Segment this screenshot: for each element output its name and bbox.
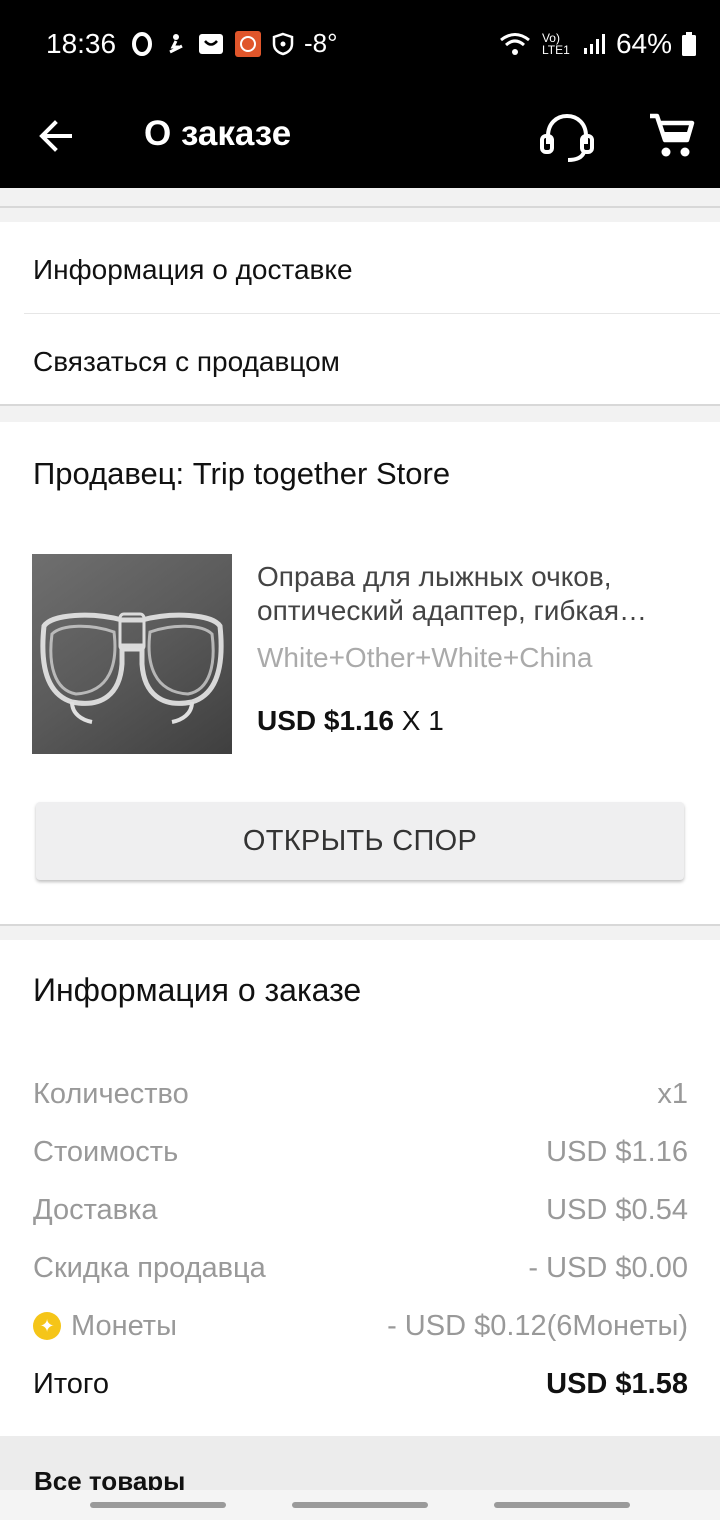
volte-icon: Vo) LTE1 xyxy=(541,31,570,57)
aliexpress-icon xyxy=(199,33,223,54)
app-icon xyxy=(235,30,261,57)
snowboard-icon xyxy=(169,33,183,53)
row-value: x1 xyxy=(657,1077,688,1110)
page-title: О заказе xyxy=(144,114,292,153)
product-price: USD $1.16 xyxy=(257,705,394,736)
headset-icon[interactable] xyxy=(538,110,596,166)
coins-label-group: ✦ Монеты xyxy=(33,1310,177,1343)
status-temperature: -8° xyxy=(304,28,338,58)
order-info-title: Информация о заказе xyxy=(33,972,362,1008)
product-title-line1: Оправа для лыжных очков, xyxy=(257,561,612,592)
product-price-line: USD $1.16 X 1 xyxy=(257,705,444,737)
status-bar: 18:36 -8° Vo) LTE1 64% xyxy=(0,0,720,90)
coin-icon: ✦ xyxy=(33,1312,61,1340)
cart-icon[interactable] xyxy=(646,110,696,160)
row-value: - USD $0.12(6Монеты) xyxy=(387,1309,688,1342)
order-info-card xyxy=(0,940,720,1436)
product-image[interactable] xyxy=(32,554,232,754)
order-row-coins: ✦ Монеты - USD $0.12(6Монеты) xyxy=(33,1306,688,1346)
status-time: 18:36 xyxy=(46,28,117,59)
row-value: - USD $0.00 xyxy=(528,1251,688,1284)
nav-recents-button[interactable] xyxy=(90,1502,226,1508)
order-row-total: Итого USD $1.58 xyxy=(33,1364,688,1404)
order-row-cost: Стоимость USD $1.16 xyxy=(33,1132,688,1172)
signal-icon xyxy=(583,34,605,54)
total-value: USD $1.58 xyxy=(546,1367,688,1400)
goggles-frame-image xyxy=(40,612,224,724)
row-value: USD $0.54 xyxy=(546,1193,688,1226)
contact-seller-link[interactable]: Связаться с продавцом xyxy=(33,346,340,378)
row-label: Доставка xyxy=(33,1193,158,1226)
app-bar: О заказе xyxy=(0,90,720,188)
order-row-seller-discount: Скидка продавца - USD $0.00 xyxy=(33,1248,688,1288)
product-title[interactable]: Оправа для лыжных очков, оптический адап… xyxy=(257,560,697,628)
row-label: Монеты xyxy=(71,1309,177,1342)
nav-home-button[interactable] xyxy=(292,1502,428,1508)
product-variant: White+Other+White+China xyxy=(257,642,593,673)
wifi-icon xyxy=(500,33,530,55)
row-value: USD $1.16 xyxy=(546,1135,688,1168)
separator xyxy=(0,206,720,208)
status-battery-text: 64% xyxy=(615,28,672,59)
row-label: Скидка продавца xyxy=(33,1251,266,1284)
order-row-shipping: Доставка USD $0.54 xyxy=(33,1190,688,1230)
arrow-left-icon[interactable] xyxy=(34,114,78,158)
row-label: Количество xyxy=(33,1077,189,1110)
battery-icon xyxy=(682,32,696,56)
product-title-line2: оптический адаптер, гибкая… xyxy=(257,595,648,626)
status-icons-right: Vo) LTE1 64% xyxy=(498,28,696,60)
nav-back-button[interactable] xyxy=(494,1502,630,1508)
delivery-info-link[interactable]: Информация о доставке xyxy=(33,254,353,286)
links-card: Информация о доставке Связаться с продав… xyxy=(0,222,720,406)
opera-icon xyxy=(132,31,152,56)
status-icons-left: -8° xyxy=(130,28,338,59)
seller-name[interactable]: Продавец: Trip together Store xyxy=(33,456,450,492)
total-label: Итого xyxy=(33,1367,109,1400)
shield-icon xyxy=(272,32,294,55)
product-quantity: X 1 xyxy=(401,705,444,736)
separator xyxy=(0,924,720,926)
separator xyxy=(0,404,720,406)
open-dispute-button[interactable]: ОТКРЫТЬ СПОР xyxy=(36,802,684,880)
order-row-quantity: Количество x1 xyxy=(33,1074,688,1114)
row-label: Стоимость xyxy=(33,1135,179,1168)
divider xyxy=(24,313,720,314)
